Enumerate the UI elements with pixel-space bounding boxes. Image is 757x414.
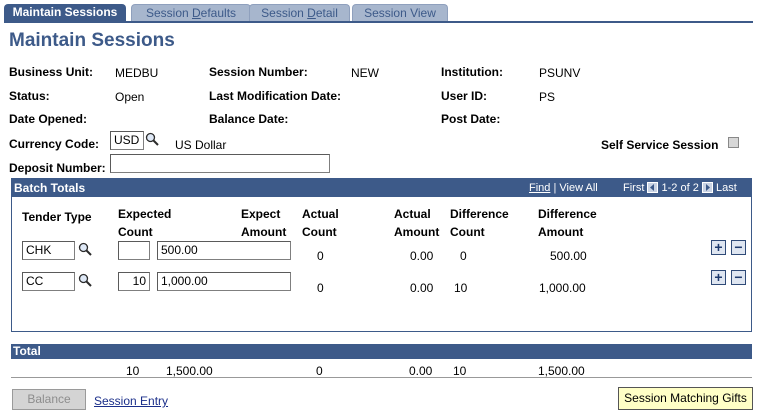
balance-button[interactable]: Balance — [12, 389, 86, 410]
add-row-icon-row1[interactable]: + — [711, 240, 726, 255]
total-actual-amount: 0.00 — [409, 364, 433, 378]
col-actual-count-line1: Actual — [302, 207, 339, 221]
tender-lookup-icon-row2[interactable] — [78, 273, 92, 287]
totals-header: Total — [11, 344, 752, 359]
tab-session-defaults-label-post: efaults — [200, 6, 237, 20]
grid-pagination: First 1-2 of 2 Last — [623, 182, 737, 194]
expect-amount-input-row1[interactable]: 500.00 — [157, 241, 291, 260]
status-label: Status: — [9, 89, 50, 103]
difference-count-row1: 0 — [460, 249, 467, 263]
batch-totals-title: Batch Totals — [14, 181, 86, 195]
col-difference-count-line1: Difference — [450, 207, 509, 221]
actual-count-row2: 0 — [317, 281, 324, 295]
institution-label: Institution: — [441, 65, 503, 79]
total-difference-amount: 1,500.00 — [538, 364, 585, 378]
tab-maintain-sessions[interactable]: Maintain Sessions — [4, 4, 126, 21]
session-number-label: Session Number: — [209, 65, 308, 79]
view-all-link[interactable]: View All — [559, 182, 597, 194]
actual-amount-row1: 0.00 — [410, 249, 434, 263]
currency-code-input[interactable]: USD — [110, 131, 144, 150]
tab-session-view[interactable]: Session View — [352, 4, 448, 21]
post-date-label: Post Date: — [441, 112, 501, 126]
tab-session-detail-label-post: etail — [315, 6, 338, 20]
currency-code-label: Currency Code: — [9, 137, 100, 151]
institution-value: PSUNV — [539, 66, 581, 80]
difference-amount-row2: 1,000.00 — [539, 281, 586, 295]
col-tender-type: Tender Type — [22, 210, 92, 224]
business-unit-value: MEDBU — [115, 66, 159, 80]
tab-session-detail-label-pre: Session — [261, 6, 308, 20]
currency-description: US Dollar — [175, 138, 227, 152]
totals-title: Total — [13, 344, 41, 358]
delete-row-icon-row2[interactable]: − — [731, 270, 746, 285]
add-row-icon-row2[interactable]: + — [711, 270, 726, 285]
col-difference-count-line2: Count — [450, 225, 485, 239]
tab-session-defaults-label-pre: Session — [145, 6, 192, 20]
self-service-session-label: Self Service Session — [601, 138, 719, 152]
session-matching-gifts-button[interactable]: Session Matching Gifts — [618, 387, 753, 410]
balance-date-label: Balance Date: — [209, 112, 289, 126]
tender-type-input-row1[interactable]: CHK — [22, 241, 75, 260]
tab-underline — [4, 21, 753, 23]
self-service-session-checkbox[interactable] — [728, 137, 739, 148]
col-actual-amount-line1: Actual — [394, 207, 431, 221]
tender-lookup-icon-row1[interactable] — [78, 242, 92, 256]
tab-session-detail[interactable]: Session Detail — [249, 4, 350, 21]
actual-count-row1: 0 — [317, 249, 324, 263]
col-actual-count-line2: Count — [302, 225, 337, 239]
deposit-number-input[interactable] — [110, 154, 330, 173]
user-id-label: User ID: — [441, 89, 488, 103]
business-unit-label: Business Unit: — [9, 65, 94, 79]
expected-count-input-row1[interactable] — [118, 241, 150, 260]
difference-count-row2: 10 — [454, 281, 468, 295]
last-modification-date-label: Last Modification Date: — [209, 89, 342, 103]
user-id-value: PS — [539, 90, 556, 104]
last-label: Last — [715, 182, 737, 194]
last-arrow-icon[interactable] — [701, 182, 713, 193]
total-difference-count: 10 — [453, 364, 467, 378]
first-arrow-icon[interactable] — [647, 182, 659, 193]
totals-divider — [11, 377, 752, 378]
first-label: First — [623, 182, 645, 194]
status-value: Open — [115, 90, 145, 104]
tab-session-defaults[interactable]: Session Defaults — [131, 4, 251, 21]
date-opened-label: Date Opened: — [9, 112, 88, 126]
deposit-number-label: Deposit Number: — [9, 161, 106, 175]
col-actual-amount-line2: Amount — [394, 225, 440, 239]
session-number-value: NEW — [351, 66, 379, 80]
page-title: Maintain Sessions — [9, 30, 175, 51]
row-range: 1-2 of 2 — [661, 182, 699, 194]
actual-amount-row2: 0.00 — [410, 281, 434, 295]
batch-totals-header: Batch Totals Find | View All First 1-2 o… — [12, 179, 751, 197]
tender-type-input-row2[interactable]: CC — [22, 272, 75, 291]
grid-navigation: Find | View All — [529, 182, 598, 194]
batch-totals-grid: Batch Totals Find | View All First 1-2 o… — [11, 178, 752, 332]
col-expect-amount-line2: Amount — [241, 225, 287, 239]
total-expect-amount: 1,500.00 — [166, 364, 213, 378]
page-tabs: Maintain Sessions Session Defaults Sessi… — [4, 4, 754, 23]
col-expected-count-line1: Expected — [118, 207, 172, 221]
currency-lookup-icon[interactable] — [145, 132, 159, 146]
col-expect-amount-line1: Expect — [241, 207, 281, 221]
tab-session-defaults-label-accel: D — [192, 6, 201, 20]
expected-count-input-row2[interactable]: 10 — [118, 272, 150, 291]
find-link[interactable]: Find — [529, 182, 550, 194]
difference-amount-row1: 500.00 — [550, 249, 587, 263]
delete-row-icon-row1[interactable]: − — [731, 240, 746, 255]
expect-amount-input-row2[interactable]: 1,000.00 — [157, 272, 291, 291]
total-actual-count: 0 — [316, 364, 323, 378]
col-expected-count-line2: Count — [118, 225, 153, 239]
col-difference-amount-line2: Amount — [538, 225, 584, 239]
total-expected-count: 10 — [126, 364, 140, 378]
tab-session-detail-label-accel: D — [307, 6, 316, 20]
session-entry-link[interactable]: Session Entry — [94, 394, 168, 408]
col-difference-amount-line1: Difference — [538, 207, 597, 221]
